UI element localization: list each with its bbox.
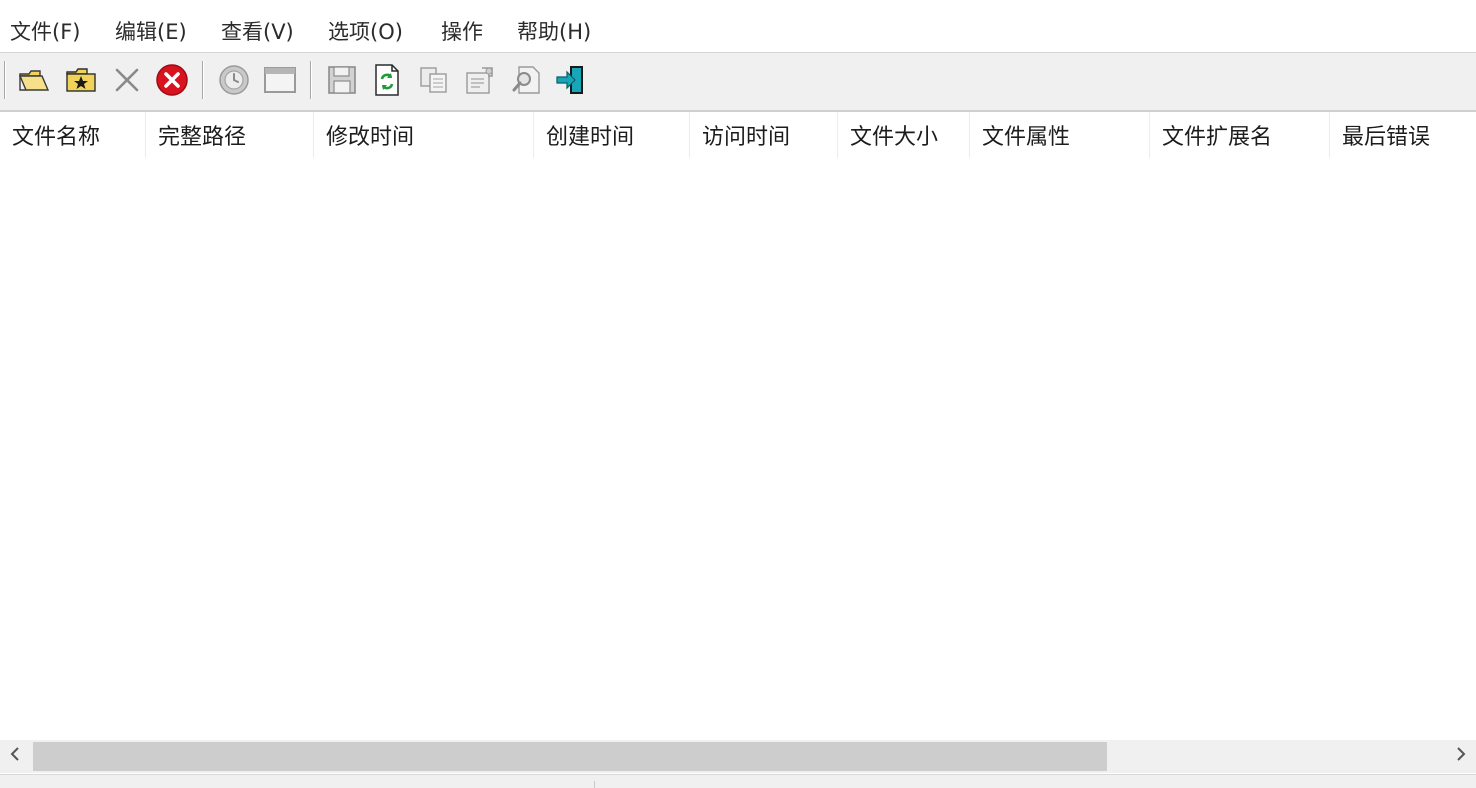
menu-view[interactable]: 查看(V) xyxy=(221,16,294,46)
exit-button[interactable] xyxy=(555,63,589,97)
delete-x-icon xyxy=(112,65,142,95)
file-list[interactable] xyxy=(0,158,1476,740)
favorite-folder-button[interactable] xyxy=(64,63,98,97)
toolbar xyxy=(0,53,1476,112)
properties-button[interactable] xyxy=(463,63,497,97)
column-header-accessed[interactable]: 访问时间 xyxy=(690,112,838,158)
scrollbar-thumb[interactable] xyxy=(33,742,1107,771)
column-header-filename[interactable]: 文件名称 xyxy=(0,112,146,158)
menu-help[interactable]: 帮助(H) xyxy=(517,16,591,46)
refresh-button[interactable] xyxy=(370,63,404,97)
find-button[interactable] xyxy=(510,63,544,97)
app-window: 文件(F) 编辑(E) 查看(V) 选项(O) 操作 帮助(H) 文件名称 完整… xyxy=(0,0,1476,788)
column-header-last-error[interactable]: 最后错误 xyxy=(1330,112,1476,158)
menu-file[interactable]: 文件(F) xyxy=(10,16,80,46)
toolbar-separator xyxy=(202,61,204,99)
copy-button[interactable] xyxy=(417,63,451,97)
column-header-created[interactable]: 创建时间 xyxy=(534,112,690,158)
open-folder-icon xyxy=(18,66,50,94)
favorite-folder-icon xyxy=(65,66,97,94)
list-header: 文件名称 完整路径 修改时间 创建时间 访问时间 文件大小 文件属性 文件扩展名… xyxy=(0,112,1476,158)
clock-icon xyxy=(218,64,250,96)
window-button[interactable] xyxy=(263,63,297,97)
column-header-attributes[interactable]: 文件属性 xyxy=(970,112,1150,158)
delete-button[interactable] xyxy=(110,63,144,97)
window-icon xyxy=(263,65,297,95)
save-icon xyxy=(326,64,358,96)
menu-edit[interactable]: 编辑(E) xyxy=(115,16,187,46)
column-header-size[interactable]: 文件大小 xyxy=(838,112,970,158)
refresh-icon xyxy=(372,63,402,97)
copy-icon xyxy=(418,65,450,95)
time-button[interactable] xyxy=(217,63,251,97)
toolbar-separator xyxy=(310,61,312,99)
toolbar-separator xyxy=(4,61,6,99)
properties-icon xyxy=(464,64,496,96)
scroll-right-button[interactable] xyxy=(1446,740,1476,773)
scroll-left-button[interactable] xyxy=(0,740,30,773)
menu-actions[interactable]: 操作 xyxy=(441,16,483,46)
open-folder-button[interactable] xyxy=(17,63,51,97)
horizontal-scrollbar[interactable] xyxy=(0,740,1476,773)
chevron-right-icon xyxy=(1455,746,1467,767)
chevron-left-icon xyxy=(9,746,21,767)
find-icon xyxy=(511,64,543,96)
status-divider xyxy=(594,781,595,788)
menu-options[interactable]: 选项(O) xyxy=(328,16,403,46)
status-bar xyxy=(0,774,1476,788)
exit-icon xyxy=(555,63,589,97)
column-header-extension[interactable]: 文件扩展名 xyxy=(1150,112,1330,158)
stop-button[interactable] xyxy=(155,63,189,97)
column-header-fullpath[interactable]: 完整路径 xyxy=(146,112,314,158)
stop-icon xyxy=(155,63,189,97)
column-header-modified[interactable]: 修改时间 xyxy=(314,112,534,158)
save-button[interactable] xyxy=(325,63,359,97)
menu-bar: 文件(F) 编辑(E) 查看(V) 选项(O) 操作 帮助(H) xyxy=(0,0,1476,53)
